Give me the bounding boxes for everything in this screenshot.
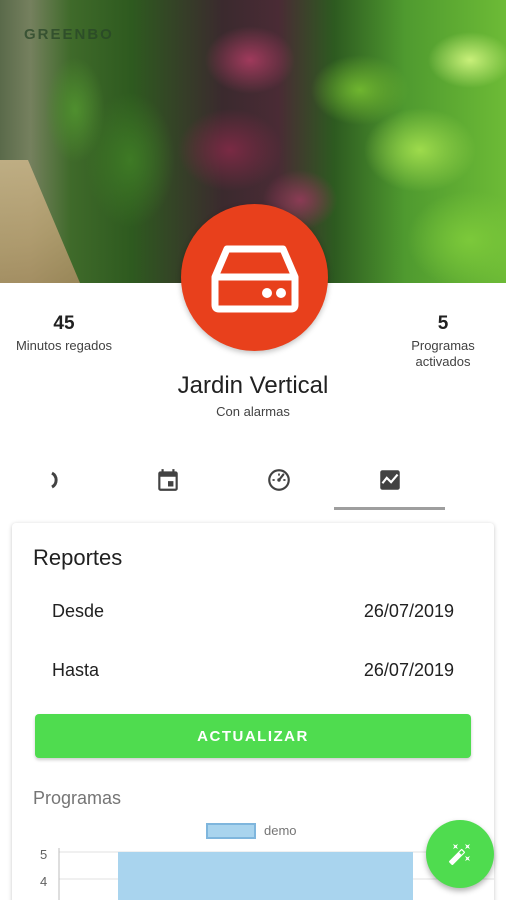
update-button[interactable]: ACTUALIZAR (35, 714, 471, 758)
programs-chart: demo 5 4 (40, 823, 494, 900)
device-name: Jardin Vertical (177, 372, 329, 399)
tab-partial[interactable] (0, 452, 112, 508)
stat-label: Minutos regados (15, 338, 113, 353)
magic-wand-icon (448, 844, 470, 866)
y-tick-label: 4 (40, 874, 47, 889)
chart-icon (379, 470, 400, 490)
tab-calendar[interactable] (112, 452, 224, 508)
stat-value: 45 (53, 313, 75, 334)
tab-chart[interactable] (334, 452, 445, 508)
date-from-label: Desde (52, 601, 105, 621)
chart-bars (118, 852, 413, 900)
bar (118, 852, 413, 900)
device-status: Con alarmas (216, 404, 290, 419)
magic-wand-button[interactable] (426, 820, 494, 888)
stat-label: Programas activados (380, 338, 506, 370)
garden-path (0, 160, 80, 283)
legend-label: demo (264, 823, 297, 838)
calendar-icon (158, 469, 178, 491)
partial-tab-icon (51, 471, 58, 489)
storage-device-icon (211, 245, 298, 312)
stat-label-line: activados (415, 354, 471, 369)
gauge-icon (268, 469, 290, 491)
section-title: Programas (33, 788, 122, 808)
y-tick-label: 5 (40, 847, 47, 862)
stat-label-line: Programas (411, 338, 475, 353)
stat-value: 5 (437, 313, 449, 334)
date-to-label: Hasta (52, 660, 100, 680)
card-title: Reportes (33, 545, 123, 570)
chart-legend: demo (206, 823, 297, 839)
device-avatar (181, 204, 328, 351)
stat-minutes-watered: 45 Minutos regados (0, 313, 128, 354)
report-card: Reportes Desde 26/07/2019 Hasta 26/07/20… (12, 523, 494, 900)
tab-bar (0, 452, 506, 510)
stat-programs-active: 5 Programas activados (380, 313, 506, 370)
legend-swatch (206, 823, 256, 839)
tab-indicator (334, 507, 445, 510)
brand-watermark: GREENBO (24, 26, 114, 43)
tab-gauge[interactable] (224, 452, 334, 508)
date-to-value[interactable]: 26/07/2019 (364, 660, 454, 681)
date-from-value[interactable]: 26/07/2019 (364, 601, 454, 622)
